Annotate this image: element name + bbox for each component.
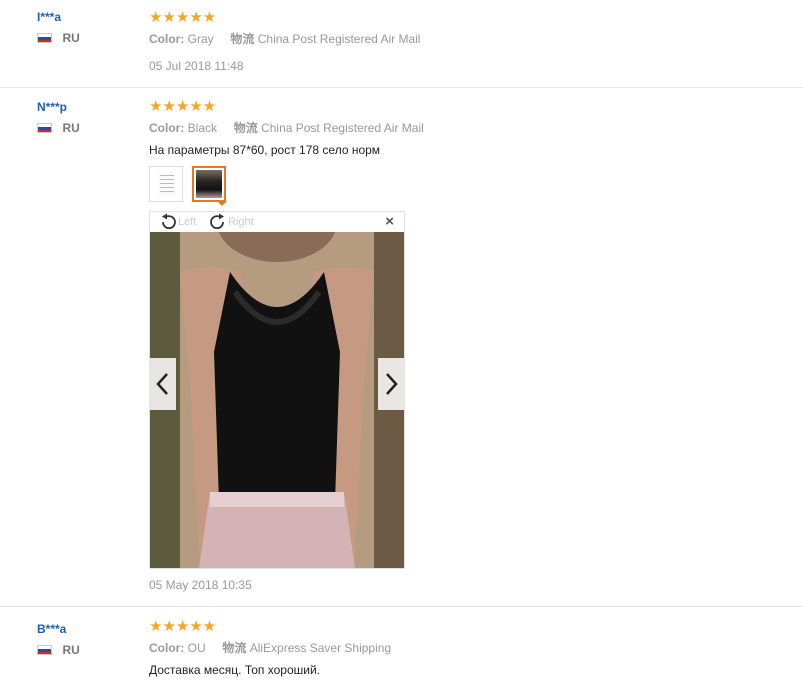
review-content: ★★★★★ Color: Black 物流 China Post Registe… bbox=[149, 99, 424, 158]
rotate-right-button[interactable]: Right bbox=[208, 213, 254, 231]
flag-ru-icon bbox=[37, 32, 52, 43]
review-2: N***p RU ★★★★★ Color: Black 物流 China Pos… bbox=[0, 88, 803, 607]
country-code: RU bbox=[62, 120, 80, 135]
star-rating: ★★★★★ bbox=[149, 618, 217, 635]
star-rating: ★★★★★ bbox=[149, 9, 217, 26]
reviewer-country: RU bbox=[37, 641, 80, 657]
next-image-button[interactable] bbox=[378, 358, 404, 410]
color-value: Black bbox=[187, 121, 218, 135]
shipping-label: 物流 bbox=[230, 32, 255, 46]
review-date: 05 May 2018 10:35 bbox=[149, 578, 252, 592]
review-3: B***a RU ★★★★★ Color: OU 物流 AliExpress S… bbox=[0, 607, 803, 683]
reviewer-info: B***a RU bbox=[37, 621, 80, 657]
order-info: Color: Gray 物流 China Post Registered Air… bbox=[149, 31, 420, 47]
shipping-label: 物流 bbox=[233, 121, 258, 135]
rotate-left-button[interactable]: Left bbox=[158, 213, 196, 231]
rotate-right-label: Right bbox=[228, 216, 254, 228]
previous-image-button[interactable] bbox=[150, 358, 176, 410]
thumbnail-1[interactable] bbox=[149, 166, 183, 202]
selected-indicator bbox=[217, 201, 227, 206]
review-photo bbox=[150, 232, 404, 568]
rotate-left-label: Left bbox=[178, 216, 197, 228]
image-viewer: Left Right × bbox=[149, 211, 405, 569]
color-label: Color: bbox=[149, 641, 185, 655]
review-content: ★★★★★ Color: Gray 物流 China Post Register… bbox=[149, 10, 420, 74]
shipping-value: AliExpress Saver Shipping bbox=[249, 641, 392, 655]
close-icon[interactable]: × bbox=[385, 213, 394, 231]
star-rating: ★★★★★ bbox=[149, 98, 217, 115]
country-code: RU bbox=[62, 30, 80, 45]
reviewer-name[interactable]: N***p bbox=[37, 99, 67, 115]
reviewer-name[interactable]: I***a bbox=[37, 9, 61, 25]
review-text: На параметры 87*60, рост 178 село норм bbox=[149, 143, 381, 157]
flag-ru-icon bbox=[37, 644, 52, 655]
shipping-label: 物流 bbox=[222, 641, 247, 655]
viewer-toolbar: Left Right × bbox=[150, 212, 404, 232]
rotate-right-icon bbox=[210, 213, 224, 230]
order-info: Color: Black 物流 China Post Registered Ai… bbox=[149, 120, 424, 136]
reviewer-name[interactable]: B***a bbox=[37, 621, 66, 637]
flag-ru-icon bbox=[37, 122, 52, 133]
color-value: Gray bbox=[187, 32, 214, 46]
review-date: 05 Jul 2018 11:48 bbox=[149, 59, 244, 73]
color-value: OU bbox=[187, 641, 206, 655]
review-content: ★★★★★ Color: OU 物流 AliExpress Saver Ship… bbox=[149, 619, 391, 678]
color-label: Color: bbox=[149, 121, 185, 135]
reviewer-info: N***p RU bbox=[37, 99, 80, 135]
rotate-left-icon bbox=[162, 213, 176, 230]
chevron-right-icon bbox=[386, 373, 398, 395]
order-info: Color: OU 物流 AliExpress Saver Shipping bbox=[149, 640, 391, 656]
chevron-left-icon bbox=[156, 373, 168, 395]
shipping-value: China Post Registered Air Mail bbox=[261, 121, 424, 135]
thumbnail-2[interactable] bbox=[192, 166, 226, 202]
photo-illustration bbox=[150, 232, 404, 568]
review-text: Доставка месяц. Топ хороший. bbox=[149, 663, 320, 677]
color-label: Color: bbox=[149, 32, 185, 46]
reviewer-country: RU bbox=[37, 29, 80, 45]
review-1: I***a RU ★★★★★ Color: Gray 物流 China Post… bbox=[0, 0, 803, 88]
shipping-value: China Post Registered Air Mail bbox=[257, 32, 421, 46]
country-code: RU bbox=[62, 642, 80, 657]
reviewer-info: I***a RU bbox=[37, 9, 80, 45]
reviewer-country: RU bbox=[37, 119, 80, 135]
